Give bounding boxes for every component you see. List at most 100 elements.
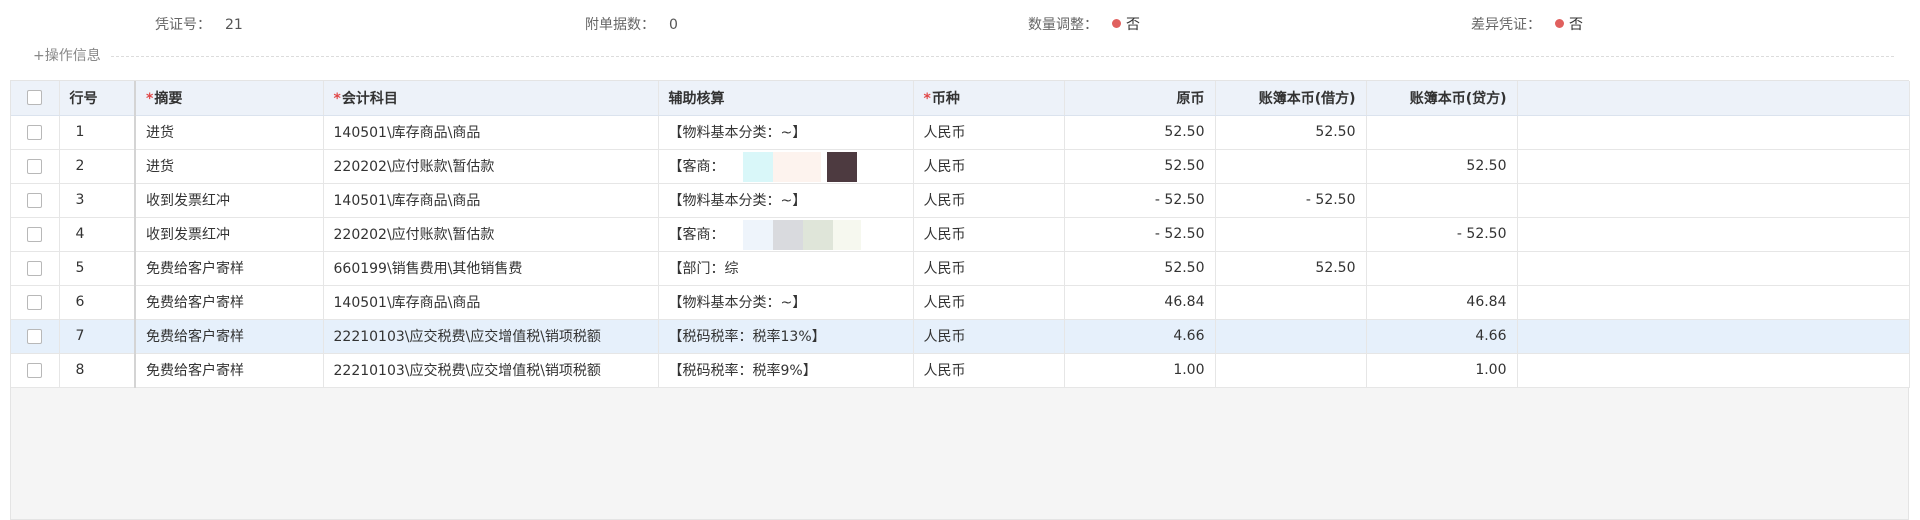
cell-filler (1517, 251, 1910, 286)
cell-original-amount[interactable]: - 52.50 (1064, 183, 1216, 218)
row-checkbox[interactable] (27, 328, 43, 344)
cell-account[interactable]: 22210103\应交税费\应交增值税\销项税额 (323, 353, 659, 388)
cell-summary[interactable]: 免费给客户寄样 (135, 319, 324, 354)
cell-credit[interactable] (1366, 115, 1518, 150)
quantity-adjust-value: 否 (1126, 17, 1140, 33)
cell-credit[interactable]: - 52.50 (1366, 217, 1518, 252)
row-checkbox[interactable] (27, 124, 43, 140)
header-aux[interactable]: 辅助核算 (658, 81, 914, 116)
cell-seq: 6 (59, 285, 136, 320)
cell-account[interactable]: 140501\库存商品\商品 (323, 285, 659, 320)
cell-original-amount[interactable]: 4.66 (1064, 319, 1216, 354)
select-all-checkbox[interactable] (27, 90, 43, 106)
cell-account[interactable]: 660199\销售费用\其他销售费 (323, 251, 659, 286)
table-row-highlighted[interactable]: 7 免费给客户寄样 22210103\应交税费\应交增值税\销项税额 【税码税率… (11, 319, 1910, 354)
cell-account[interactable]: 220202\应付账款\暂估款 (323, 217, 659, 252)
voucher-entry-table: 行号 *摘要 *会计科目 辅助核算 *币种 原币 账簿本币(借方) 账簿本币(贷… (11, 81, 1910, 388)
cell-filler (1517, 183, 1910, 218)
cell-original-amount[interactable]: 1.00 (1064, 353, 1216, 388)
cell-debit[interactable] (1215, 217, 1367, 252)
table-row[interactable]: 4 收到发票红冲 220202\应付账款\暂估款 【客商： 人民币 - 52.5… (11, 217, 1910, 252)
voucher-info-row: 凭证号： 21 附单据数： 0 数量调整： 否 差异凭证： 否 (0, 14, 1920, 34)
cell-debit[interactable]: 52.50 (1215, 251, 1367, 286)
cell-currency[interactable]: 人民币 (913, 285, 1065, 320)
cell-aux[interactable]: 【物料基本分类：~】 (658, 183, 914, 218)
header-seq[interactable]: 行号 (59, 81, 136, 116)
cell-aux[interactable]: 【税码税率：税率9%】 (658, 353, 914, 388)
cell-aux[interactable]: 【部门：综 (658, 251, 914, 286)
cell-account[interactable]: 22210103\应交税费\应交增值税\销项税额 (323, 319, 659, 354)
cell-currency[interactable]: 人民币 (913, 115, 1065, 150)
cell-currency[interactable]: 人民币 (913, 251, 1065, 286)
cell-aux[interactable]: 【客商： (658, 217, 914, 252)
table-row[interactable]: 5 免费给客户寄样 660199\销售费用\其他销售费 【部门：综 人民币 52… (11, 251, 1910, 286)
header-currency[interactable]: *币种 (913, 81, 1065, 116)
row-checkbox[interactable] (27, 226, 43, 242)
table-row[interactable]: 8 免费给客户寄样 22210103\应交税费\应交增值税\销项税额 【税码税率… (11, 353, 1910, 388)
redacted-blur (772, 219, 803, 250)
cell-original-amount[interactable]: - 52.50 (1064, 217, 1216, 252)
cell-aux[interactable]: 【物料基本分类：~】 (658, 115, 914, 150)
table-row[interactable]: 3 收到发票红冲 140501\库存商品\商品 【物料基本分类：~】 人民币 -… (11, 183, 1910, 218)
cell-debit[interactable] (1215, 353, 1367, 388)
row-checkbox[interactable] (27, 260, 43, 276)
table-row[interactable]: 6 免费给客户寄样 140501\库存商品\商品 【物料基本分类：~】 人民币 … (11, 285, 1910, 320)
cell-currency[interactable]: 人民币 (913, 149, 1065, 184)
cell-original-amount[interactable]: 46.84 (1064, 285, 1216, 320)
header-summary[interactable]: *摘要 (135, 81, 324, 116)
cell-debit[interactable] (1215, 149, 1367, 184)
table-row[interactable]: 2 进货 220202\应付账款\暂估款 【客商： 人民币 52.50 52.5… (11, 149, 1910, 184)
attachment-count-field: 附单据数： 0 (585, 14, 678, 34)
cell-debit[interactable] (1215, 285, 1367, 320)
cell-aux[interactable]: 【客商： (658, 149, 914, 184)
operation-info-toggle[interactable]: +操作信息 (33, 45, 101, 65)
cell-currency[interactable]: 人民币 (913, 353, 1065, 388)
cell-credit[interactable] (1366, 251, 1518, 286)
cell-original-amount[interactable]: 52.50 (1064, 251, 1216, 286)
row-checkbox[interactable] (27, 294, 43, 310)
row-checkbox[interactable] (27, 362, 43, 378)
row-checkbox-cell (11, 115, 60, 150)
cell-debit[interactable] (1215, 319, 1367, 354)
cell-aux[interactable]: 【税码税率：税率13%】 (658, 319, 914, 354)
cell-currency[interactable]: 人民币 (913, 319, 1065, 354)
cell-aux-text: 【客商： (668, 227, 725, 243)
cell-filler (1517, 285, 1910, 320)
cell-summary[interactable]: 收到发票红冲 (135, 217, 324, 252)
cell-account[interactable]: 220202\应付账款\暂估款 (323, 149, 659, 184)
cell-currency[interactable]: 人民币 (913, 217, 1065, 252)
cell-summary[interactable]: 进货 (135, 149, 324, 184)
header-account[interactable]: *会计科目 (323, 81, 659, 116)
row-checkbox[interactable] (27, 158, 43, 174)
cell-credit[interactable]: 4.66 (1366, 319, 1518, 354)
cell-currency[interactable]: 人民币 (913, 183, 1065, 218)
cell-credit[interactable]: 52.50 (1366, 149, 1518, 184)
cell-credit[interactable]: 1.00 (1366, 353, 1518, 388)
redacted-blur (832, 219, 861, 250)
cell-account[interactable]: 140501\库存商品\商品 (323, 183, 659, 218)
cell-summary[interactable]: 免费给客户寄样 (135, 285, 324, 320)
cell-summary[interactable]: 收到发票红冲 (135, 183, 324, 218)
header-credit[interactable]: 账簿本币(贷方) (1366, 81, 1518, 116)
cell-debit[interactable]: - 52.50 (1215, 183, 1367, 218)
cell-original-amount[interactable]: 52.50 (1064, 149, 1216, 184)
cell-account[interactable]: 140501\库存商品\商品 (323, 115, 659, 150)
select-all-header (11, 81, 60, 116)
cell-original-amount[interactable]: 52.50 (1064, 115, 1216, 150)
header-original-amount[interactable]: 原币 (1064, 81, 1216, 116)
cell-seq: 5 (59, 251, 136, 286)
header-debit[interactable]: 账簿本币(借方) (1215, 81, 1367, 116)
cell-summary[interactable]: 免费给客户寄样 (135, 353, 324, 388)
row-checkbox[interactable] (27, 192, 43, 208)
voucher-number-value: 21 (225, 17, 243, 33)
cell-aux[interactable]: 【物料基本分类：~】 (658, 285, 914, 320)
cell-seq: 3 (59, 183, 136, 218)
cell-summary[interactable]: 进货 (135, 115, 324, 150)
cell-summary[interactable]: 免费给客户寄样 (135, 251, 324, 286)
cell-credit[interactable]: 46.84 (1366, 285, 1518, 320)
cell-credit[interactable] (1366, 183, 1518, 218)
cell-debit[interactable]: 52.50 (1215, 115, 1367, 150)
table-row[interactable]: 1 进货 140501\库存商品\商品 【物料基本分类：~】 人民币 52.50… (11, 115, 1910, 150)
status-dot-icon (1112, 19, 1121, 28)
header-filler (1517, 81, 1910, 116)
